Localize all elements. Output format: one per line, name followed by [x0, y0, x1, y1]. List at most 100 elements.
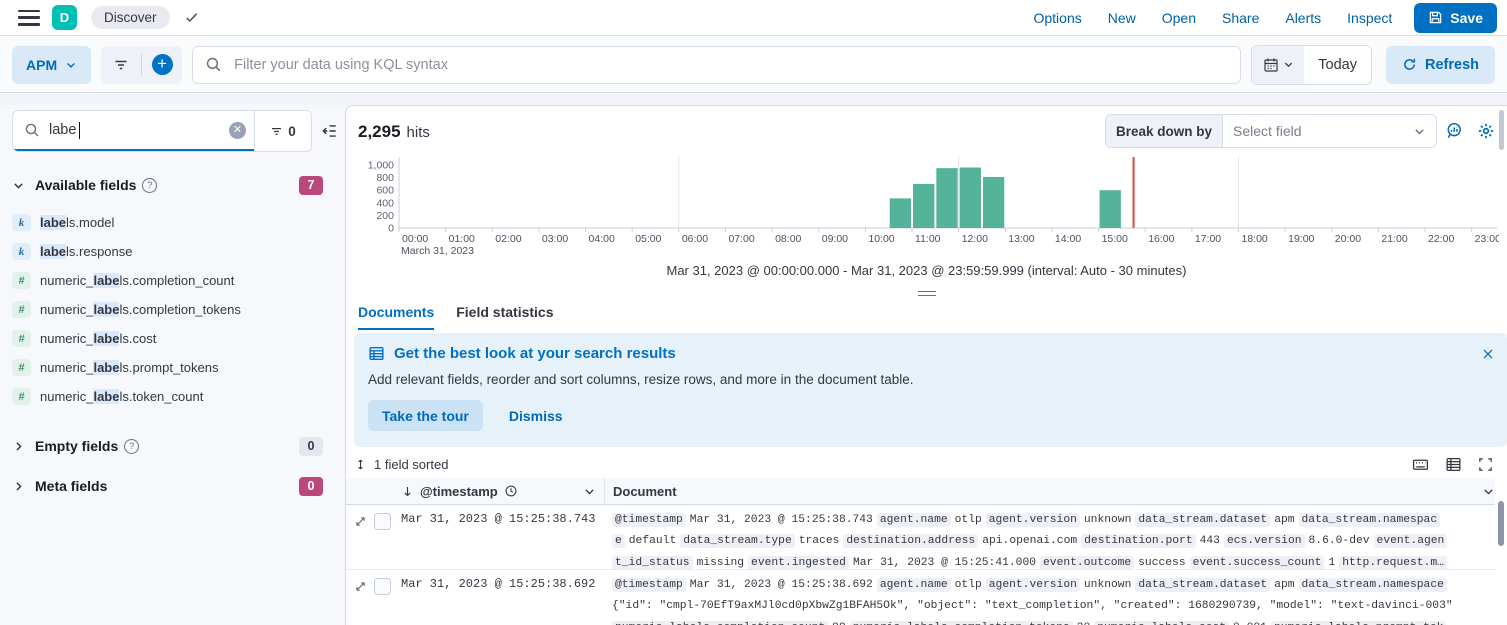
- table-scrollbar[interactable]: [1498, 501, 1504, 546]
- row-checkbox[interactable]: [374, 578, 391, 595]
- breakdown-select[interactable]: Select field: [1223, 115, 1436, 147]
- edit-visualization-icon[interactable]: [1445, 122, 1463, 140]
- empty-fields-count: 0: [299, 437, 323, 456]
- doc-field-name: numeric_labels.completion_count: [612, 621, 828, 625]
- gear-icon[interactable]: [1477, 122, 1495, 140]
- available-fields-count: 7: [299, 176, 323, 195]
- tab-field-statistics[interactable]: Field statistics: [456, 304, 553, 330]
- doc-field-name: agent.version: [986, 578, 1080, 592]
- column-header-document[interactable]: Document: [604, 478, 1495, 504]
- empty-fields-section[interactable]: Empty fields ? 0: [12, 426, 345, 466]
- nav-link-share[interactable]: Share: [1222, 10, 1259, 26]
- close-icon[interactable]: [1481, 347, 1495, 361]
- chevron-down-icon[interactable]: [583, 485, 596, 498]
- panel-scrollbar[interactable]: [1499, 110, 1504, 150]
- text-cursor: [79, 122, 80, 139]
- svg-text:800: 800: [376, 172, 394, 184]
- doc-field-value: 99: [832, 621, 846, 625]
- clear-icon[interactable]: ✕: [229, 122, 246, 139]
- meta-fields-section[interactable]: Meta fields 0: [12, 466, 345, 506]
- number-type-icon: #: [12, 359, 31, 376]
- sorted-fields-button[interactable]: 1 field sorted: [354, 457, 448, 472]
- svg-text:04:00: 04:00: [589, 233, 615, 245]
- field-item-numeric_labels.prompt_tokens[interactable]: #numeric_labels.prompt_tokens: [12, 353, 345, 382]
- calendar-icon[interactable]: [1252, 46, 1304, 84]
- row-timestamp: Mar 31, 2023 @ 15:25:38.743: [401, 504, 604, 569]
- doc-field-value: otlp: [955, 578, 982, 592]
- tab-documents[interactable]: Documents: [358, 304, 434, 330]
- menu-icon[interactable]: [18, 10, 40, 26]
- doc-field-name: data_stream.dataset: [1135, 513, 1270, 527]
- doc-field-name: data_stream.type: [680, 534, 794, 548]
- date-range-label[interactable]: Today: [1304, 46, 1371, 84]
- sort-desc-icon: [401, 485, 414, 498]
- doc-field-name: numeric_labels.cost: [1094, 621, 1229, 625]
- svg-text:600: 600: [376, 185, 394, 197]
- chevron-down-icon: [12, 179, 25, 192]
- top-header: D Discover Options New Open Share Alerts Insp…: [0, 0, 1507, 36]
- date-picker: Today: [1251, 45, 1372, 85]
- filter-group: +: [101, 46, 182, 84]
- save-icon: [1428, 10, 1443, 25]
- save-button[interactable]: Save: [1414, 3, 1497, 33]
- svg-text:400: 400: [376, 197, 394, 209]
- doc-field-name: event.agen: [1374, 534, 1448, 548]
- nav-link-options[interactable]: Options: [1033, 10, 1081, 26]
- collapse-sidebar-icon[interactable]: [320, 122, 338, 140]
- nav-link-open[interactable]: Open: [1162, 10, 1196, 26]
- density-icon[interactable]: [1445, 456, 1462, 473]
- chevron-down-icon: [1413, 125, 1426, 138]
- svg-text:20:00: 20:00: [1335, 233, 1361, 245]
- doc-field-name: event.success_count: [1190, 556, 1325, 569]
- expand-row-icon[interactable]: [354, 580, 367, 593]
- nav-link-alerts[interactable]: Alerts: [1285, 10, 1321, 26]
- chevron-down-icon[interactable]: [1482, 485, 1495, 498]
- svg-text:07:00: 07:00: [728, 233, 754, 245]
- field-item-labels.model[interactable]: klabels.model: [12, 208, 345, 237]
- field-item-labels.response[interactable]: klabels.response: [12, 237, 345, 266]
- field-item-numeric_labels.completion_count[interactable]: #numeric_labels.completion_count: [12, 266, 345, 295]
- chart-resize-handle[interactable]: [918, 288, 936, 299]
- refresh-icon: [1402, 57, 1417, 72]
- breadcrumb[interactable]: Discover: [91, 6, 170, 29]
- expand-row-icon[interactable]: [354, 515, 367, 528]
- callout-title: Get the best look at your search results: [394, 345, 676, 362]
- field-item-numeric_labels.token_count[interactable]: #numeric_labels.token_count: [12, 382, 345, 411]
- fullscreen-icon[interactable]: [1478, 457, 1493, 472]
- add-filter-icon[interactable]: +: [142, 46, 182, 84]
- app-logo[interactable]: D: [52, 5, 77, 30]
- take-tour-button[interactable]: Take the tour: [368, 400, 483, 431]
- query-toolbar: APM + Today Refresh: [0, 37, 1507, 93]
- filter-icon[interactable]: [101, 46, 141, 84]
- field-search-input[interactable]: labe ✕: [13, 111, 254, 151]
- doc-field-name: data_stream.namespac: [1299, 513, 1441, 527]
- page-body: labe ✕ 0 Available fields ? 7 klabels: [0, 94, 1507, 625]
- meta-fields-count: 0: [299, 477, 323, 496]
- field-filter-toggle[interactable]: 0: [254, 111, 311, 151]
- column-header-timestamp[interactable]: @timestamp: [401, 484, 604, 499]
- callout-body: Add relevant fields, reorder and sort co…: [368, 372, 1493, 387]
- chevron-down-icon: [1283, 59, 1294, 70]
- hits-histogram[interactable]: 02004006008001,00000:0001:0002:0003:0004…: [351, 151, 1499, 259]
- available-fields-section[interactable]: Available fields ? 7: [12, 165, 345, 205]
- keyboard-icon[interactable]: [1412, 456, 1429, 473]
- svg-text:05:00: 05:00: [635, 233, 661, 245]
- kql-input[interactable]: [232, 56, 1228, 74]
- nav-link-inspect[interactable]: Inspect: [1347, 10, 1392, 26]
- data-view-picker[interactable]: APM: [12, 46, 91, 84]
- number-type-icon: #: [12, 388, 31, 405]
- field-item-numeric_labels.completion_tokens[interactable]: #numeric_labels.completion_tokens: [12, 295, 345, 324]
- refresh-button[interactable]: Refresh: [1386, 46, 1495, 84]
- table-icon: [368, 345, 385, 362]
- breakdown-label: Break down by: [1106, 115, 1223, 147]
- nav-link-new[interactable]: New: [1108, 10, 1136, 26]
- doc-field-name: event.outcome: [1040, 556, 1134, 569]
- dismiss-button[interactable]: Dismiss: [509, 408, 563, 424]
- row-checkbox[interactable]: [374, 513, 391, 530]
- svg-text:200: 200: [376, 210, 394, 222]
- field-item-numeric_labels.cost[interactable]: #numeric_labels.cost: [12, 324, 345, 353]
- row-document: @timestampMar 31, 2023 @ 15:25:38.692age…: [604, 569, 1495, 625]
- doc-field-name: t_id_status: [612, 556, 693, 569]
- doc-field-name: numeric_labels.completion_tokens: [850, 621, 1073, 625]
- doc-field-value: 20: [1077, 621, 1091, 625]
